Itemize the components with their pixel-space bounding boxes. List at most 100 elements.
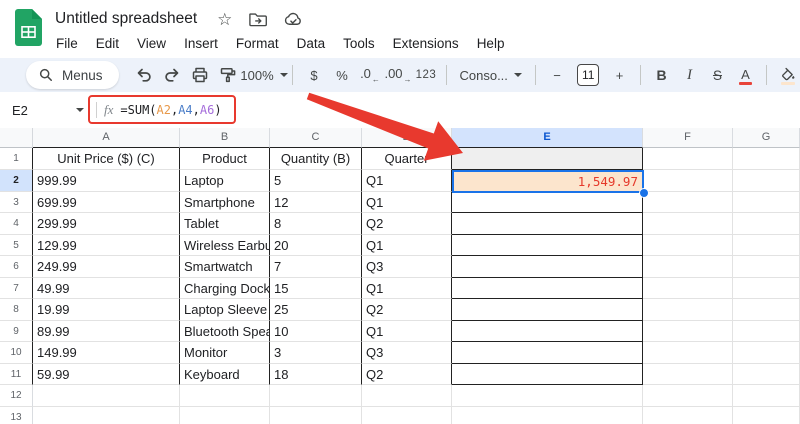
menu-item-file[interactable]: File (47, 33, 87, 54)
cell-C8[interactable]: 25 (270, 299, 362, 321)
cell-C6[interactable]: 7 (270, 256, 362, 278)
cell-A11[interactable]: 59.99 (33, 364, 180, 386)
cell-E9[interactable] (452, 321, 643, 343)
menu-item-extensions[interactable]: Extensions (384, 33, 468, 54)
italic-button[interactable]: I (677, 62, 702, 88)
undo-button[interactable] (132, 62, 157, 88)
cell-A13[interactable] (33, 407, 180, 424)
sheets-logo-icon[interactable] (15, 9, 42, 46)
cell-E4[interactable] (452, 213, 643, 235)
increase-font-size-button[interactable]: + (607, 62, 632, 88)
cell-C13[interactable] (270, 407, 362, 424)
menu-item-insert[interactable]: Insert (175, 33, 227, 54)
cell-D12[interactable] (362, 385, 452, 407)
cell-E13[interactable] (452, 407, 643, 424)
row-header-3[interactable]: 3 (0, 192, 33, 214)
cell-F1[interactable] (643, 148, 733, 170)
row-header-11[interactable]: 11 (0, 364, 33, 386)
cell-E6[interactable] (452, 256, 643, 278)
cell-E5[interactable] (452, 235, 643, 257)
cell-F4[interactable] (643, 213, 733, 235)
cell-F6[interactable] (643, 256, 733, 278)
column-header-C[interactable]: C (270, 128, 362, 148)
cell-D11[interactable]: Q2 (362, 364, 452, 386)
cell-F5[interactable] (643, 235, 733, 257)
cell-B4[interactable]: Tablet (180, 213, 270, 235)
cell-G1[interactable] (733, 148, 800, 170)
row-header-4[interactable]: 4 (0, 213, 33, 235)
menu-item-data[interactable]: Data (288, 33, 335, 54)
cell-B7[interactable]: Charging Dock (180, 278, 270, 300)
cell-A2[interactable]: 999.99 (33, 170, 180, 192)
cell-C2[interactable]: 5 (270, 170, 362, 192)
zoom-control[interactable]: 100% (244, 62, 285, 88)
column-header-B[interactable]: B (180, 128, 270, 148)
menu-item-format[interactable]: Format (227, 33, 288, 54)
cell-A10[interactable]: 149.99 (33, 342, 180, 364)
cell-F8[interactable] (643, 299, 733, 321)
font-family-select[interactable]: Conso... (455, 68, 527, 83)
cell-G9[interactable] (733, 321, 800, 343)
cell-A7[interactable]: 49.99 (33, 278, 180, 300)
cell-A8[interactable]: 19.99 (33, 299, 180, 321)
row-header-7[interactable]: 7 (0, 278, 33, 300)
cell-D8[interactable]: Q2 (362, 299, 452, 321)
decrease-font-size-button[interactable]: − (544, 62, 569, 88)
strikethrough-button[interactable]: S (705, 62, 730, 88)
cell-E8[interactable] (452, 299, 643, 321)
menus-search-button[interactable]: Menus (26, 61, 119, 89)
cell-F12[interactable] (643, 385, 733, 407)
cell-C4[interactable]: 8 (270, 213, 362, 235)
cell-G8[interactable] (733, 299, 800, 321)
cell-B9[interactable]: Bluetooth Speaker (180, 321, 270, 343)
cell-E1[interactable] (452, 148, 643, 170)
fill-handle[interactable] (639, 188, 649, 198)
row-header-8[interactable]: 8 (0, 299, 33, 321)
row-header-6[interactable]: 6 (0, 256, 33, 278)
cell-F10[interactable] (643, 342, 733, 364)
cell-C12[interactable] (270, 385, 362, 407)
cell-C5[interactable]: 20 (270, 235, 362, 257)
cell-F7[interactable] (643, 278, 733, 300)
cell-A6[interactable]: 249.99 (33, 256, 180, 278)
decrease-decimal-button[interactable]: .0← (357, 62, 382, 88)
increase-decimal-button[interactable]: .00→ (385, 62, 410, 88)
cell-B3[interactable]: Smartphone (180, 192, 270, 214)
cell-B12[interactable] (180, 385, 270, 407)
cell-E3[interactable] (452, 192, 643, 214)
menu-item-help[interactable]: Help (468, 33, 514, 54)
cell-D2[interactable]: Q1 (362, 170, 452, 192)
cell-F3[interactable] (643, 192, 733, 214)
cell-C1[interactable]: Quantity (B) (270, 148, 362, 170)
cell-F13[interactable] (643, 407, 733, 424)
row-header-1[interactable]: 1 (0, 148, 33, 170)
cell-B10[interactable]: Monitor (180, 342, 270, 364)
cell-B5[interactable]: Wireless Earbuds (180, 235, 270, 257)
row-header-10[interactable]: 10 (0, 342, 33, 364)
cell-E7[interactable] (452, 278, 643, 300)
cell-C9[interactable]: 10 (270, 321, 362, 343)
cell-A5[interactable]: 129.99 (33, 235, 180, 257)
cell-G4[interactable] (733, 213, 800, 235)
row-header-12[interactable]: 12 (0, 385, 33, 407)
number-format-button[interactable]: 123 (413, 62, 438, 88)
cell-E11[interactable] (452, 364, 643, 386)
menu-item-edit[interactable]: Edit (87, 33, 128, 54)
cell-G12[interactable] (733, 385, 800, 407)
name-box[interactable]: E2 (0, 96, 90, 124)
format-percent-button[interactable]: % (329, 62, 354, 88)
column-header-F[interactable]: F (643, 128, 733, 148)
cell-G5[interactable] (733, 235, 800, 257)
cell-A4[interactable]: 299.99 (33, 213, 180, 235)
cell-C7[interactable]: 15 (270, 278, 362, 300)
format-currency-button[interactable]: $ (301, 62, 326, 88)
cell-G3[interactable] (733, 192, 800, 214)
cell-F9[interactable] (643, 321, 733, 343)
redo-button[interactable] (160, 62, 185, 88)
column-header-D[interactable]: D (362, 128, 452, 148)
menu-item-view[interactable]: View (128, 33, 175, 54)
move-to-folder-icon[interactable] (249, 12, 267, 27)
cloud-status-icon[interactable] (284, 12, 303, 26)
row-header-9[interactable]: 9 (0, 321, 33, 343)
star-icon[interactable]: ☆ (217, 11, 232, 28)
